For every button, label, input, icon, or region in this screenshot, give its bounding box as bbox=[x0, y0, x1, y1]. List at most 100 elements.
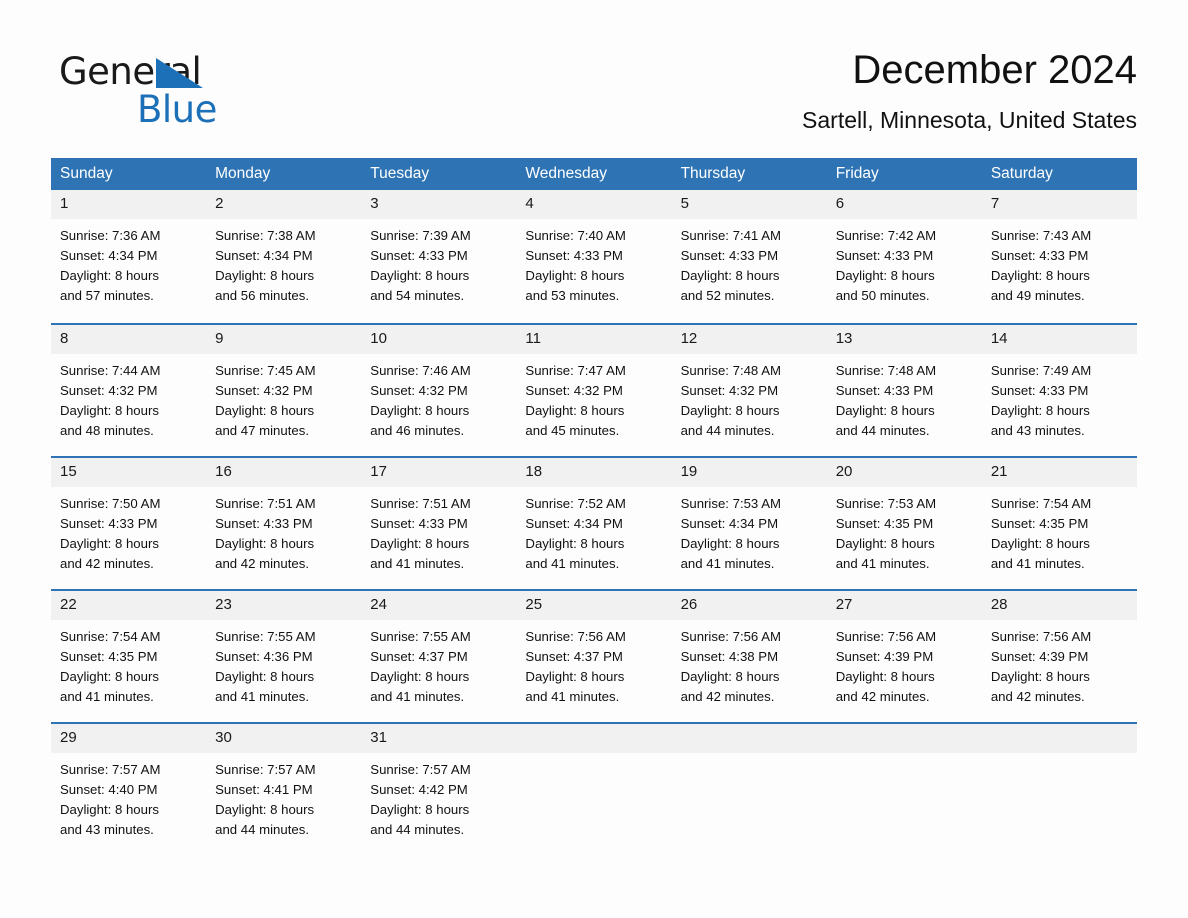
daylight-text-line2: and 47 minutes. bbox=[215, 423, 309, 438]
sunrise-text: Sunrise: 7:48 AM bbox=[680, 363, 781, 378]
calendar-day-cell[interactable]: 29 Sunrise: 7:57 AM Sunset: 4:40 PM Dayligh… bbox=[51, 722, 207, 855]
title-block: December 2024 Sartell, Minnesota, United… bbox=[802, 44, 1137, 134]
calendar-day-cell[interactable]: 8 Sunrise: 7:44 AM Sunset: 4:32 PM Daylight… bbox=[51, 323, 207, 456]
calendar-day-cell[interactable]: 28 Sunrise: 7:56 AM Sunset: 4:39 PM Dayligh… bbox=[981, 589, 1137, 722]
sunrise-text: Sunrise: 7:39 AM bbox=[370, 228, 471, 243]
day-details: Sunrise: 7:36 AM Sunset: 4:34 PM Daylight:… bbox=[51, 219, 206, 306]
day-number bbox=[826, 724, 982, 753]
daylight-text-line2: and 43 minutes. bbox=[60, 822, 154, 837]
sunrise-text: Sunrise: 7:47 AM bbox=[525, 363, 626, 378]
sunset-text: Sunset: 4:34 PM bbox=[680, 516, 779, 531]
calendar-day-cell[interactable]: 17 Sunrise: 7:51 AM Sunset: 4:33 PM Dayligh… bbox=[361, 456, 517, 589]
calendar-day-cell[interactable]: 24 Sunrise: 7:55 AM Sunset: 4:37 PM Dayligh… bbox=[361, 589, 517, 722]
daylight-text-line1: Daylight: 8 hours bbox=[215, 802, 315, 817]
calendar-day-cell[interactable]: 3 Sunrise: 7:39 AM Sunset: 4:33 PM Daylight… bbox=[361, 190, 517, 323]
day-number: 13 bbox=[826, 325, 982, 354]
sunrise-text: Sunrise: 7:46 AM bbox=[370, 363, 471, 378]
daylight-text-line2: and 42 minutes. bbox=[60, 556, 154, 571]
day-number: 26 bbox=[671, 591, 827, 620]
day-number: 3 bbox=[361, 190, 517, 219]
calendar-day-cell[interactable]: 23 Sunrise: 7:55 AM Sunset: 4:36 PM Dayligh… bbox=[206, 589, 362, 722]
calendar-day-cell[interactable]: 5 Sunrise: 7:41 AM Sunset: 4:33 PM Daylight… bbox=[671, 190, 827, 323]
day-number: 17 bbox=[361, 458, 517, 487]
day-number: 24 bbox=[361, 591, 517, 620]
daylight-text-line1: Daylight: 8 hours bbox=[525, 669, 625, 684]
daylight-text-line1: Daylight: 8 hours bbox=[370, 802, 470, 817]
weekday-header-sunday: Sunday bbox=[51, 158, 207, 190]
calendar-day-cell[interactable]: 6 Sunrise: 7:42 AM Sunset: 4:33 PM Daylight… bbox=[826, 190, 982, 323]
daylight-text-line2: and 57 minutes. bbox=[60, 288, 154, 303]
calendar-day-cell[interactable]: 30 Sunrise: 7:57 AM Sunset: 4:41 PM Dayligh… bbox=[206, 722, 362, 855]
day-details: Sunrise: 7:48 AM Sunset: 4:33 PM Daylight:… bbox=[827, 354, 982, 441]
daylight-text-line2: and 41 minutes. bbox=[60, 689, 154, 704]
calendar-day-cell[interactable]: 25 Sunrise: 7:56 AM Sunset: 4:37 PM Dayligh… bbox=[516, 589, 672, 722]
calendar-day-cell[interactable]: 21 Sunrise: 7:54 AM Sunset: 4:35 PM Dayligh… bbox=[981, 456, 1137, 589]
daylight-text-line1: Daylight: 8 hours bbox=[835, 669, 935, 684]
sunset-text: Sunset: 4:35 PM bbox=[60, 649, 158, 664]
sunset-text: Sunset: 4:39 PM bbox=[835, 649, 934, 664]
calendar-day-cell[interactable]: 12 Sunrise: 7:48 AM Sunset: 4:32 PM Dayligh… bbox=[671, 323, 827, 456]
daylight-text-line2: and 41 minutes. bbox=[525, 556, 620, 571]
calendar-day-cell[interactable]: 1 Sunrise: 7:36 AM Sunset: 4:34 PM Daylight… bbox=[51, 190, 207, 323]
calendar-day-cell[interactable]: 19 Sunrise: 7:53 AM Sunset: 4:34 PM Dayligh… bbox=[671, 456, 827, 589]
daylight-text-line2: and 41 minutes. bbox=[370, 689, 465, 704]
calendar-day-cell[interactable]: 9 Sunrise: 7:45 AM Sunset: 4:32 PM Daylight… bbox=[206, 323, 362, 456]
calendar-day-cell[interactable]: 10 Sunrise: 7:46 AM Sunset: 4:32 PM Dayligh… bbox=[361, 323, 517, 456]
calendar-day-cell[interactable]: 2 Sunrise: 7:38 AM Sunset: 4:34 PM Daylight… bbox=[206, 190, 362, 323]
sunset-text: Sunset: 4:33 PM bbox=[835, 383, 934, 398]
day-details: Sunrise: 7:48 AM Sunset: 4:32 PM Daylight:… bbox=[672, 354, 827, 441]
page-header: General Blue December 2024 Sartell, Minn… bbox=[51, 44, 1137, 144]
daylight-text-line1: Daylight: 8 hours bbox=[525, 536, 625, 551]
daylight-text-line1: Daylight: 8 hours bbox=[370, 403, 470, 418]
day-number bbox=[516, 724, 672, 753]
sunrise-text: Sunrise: 7:54 AM bbox=[990, 496, 1092, 511]
daylight-text-line2: and 41 minutes. bbox=[990, 556, 1085, 571]
day-number: 28 bbox=[981, 591, 1137, 620]
calendar-day-cell[interactable]: 11 Sunrise: 7:47 AM Sunset: 4:32 PM Dayligh… bbox=[516, 323, 672, 456]
calendar-day-cell[interactable]: 13 Sunrise: 7:48 AM Sunset: 4:33 PM Dayligh… bbox=[826, 323, 982, 456]
daylight-text-line1: Daylight: 8 hours bbox=[60, 802, 159, 817]
day-details: Sunrise: 7:43 AM Sunset: 4:33 PM Daylight:… bbox=[982, 219, 1137, 306]
daylight-text-line2: and 44 minutes. bbox=[370, 822, 465, 837]
calendar-day-cell[interactable]: 7 Sunrise: 7:43 AM Sunset: 4:33 PM Daylight… bbox=[981, 190, 1137, 323]
day-details: Sunrise: 7:55 AM Sunset: 4:36 PM Daylight:… bbox=[206, 620, 361, 707]
calendar-day-cell[interactable]: 27 Sunrise: 7:56 AM Sunset: 4:39 PM Dayligh… bbox=[826, 589, 982, 722]
sunrise-text: Sunrise: 7:54 AM bbox=[60, 629, 161, 644]
sunset-text: Sunset: 4:36 PM bbox=[215, 649, 313, 664]
calendar-day-cell[interactable]: 20 Sunrise: 7:53 AM Sunset: 4:35 PM Dayligh… bbox=[826, 456, 982, 589]
calendar-day-cell[interactable]: 16 Sunrise: 7:51 AM Sunset: 4:33 PM Dayligh… bbox=[206, 456, 362, 589]
day-number: 20 bbox=[826, 458, 982, 487]
daylight-text-line2: and 44 minutes. bbox=[835, 423, 930, 438]
day-number: 30 bbox=[206, 724, 362, 753]
sunset-text: Sunset: 4:33 PM bbox=[60, 516, 158, 531]
daylight-text-line2: and 46 minutes. bbox=[370, 423, 465, 438]
daylight-text-line1: Daylight: 8 hours bbox=[215, 403, 315, 418]
daylight-text-line1: Daylight: 8 hours bbox=[60, 268, 159, 283]
daylight-text-line1: Daylight: 8 hours bbox=[835, 403, 935, 418]
daylight-text-line2: and 41 minutes. bbox=[835, 556, 930, 571]
sunrise-text: Sunrise: 7:42 AM bbox=[835, 228, 937, 243]
calendar-day-cell[interactable]: 4 Sunrise: 7:40 AM Sunset: 4:33 PM Daylight… bbox=[516, 190, 672, 323]
day-details: Sunrise: 7:57 AM Sunset: 4:42 PM Daylight:… bbox=[361, 753, 516, 840]
calendar-day-cell[interactable]: 18 Sunrise: 7:52 AM Sunset: 4:34 PM Dayligh… bbox=[516, 456, 672, 589]
calendar-day-cell[interactable]: 22 Sunrise: 7:54 AM Sunset: 4:35 PM Dayligh… bbox=[51, 589, 207, 722]
daylight-text-line1: Daylight: 8 hours bbox=[990, 669, 1090, 684]
day-number: 11 bbox=[516, 325, 672, 354]
logo-triangle-icon bbox=[156, 58, 203, 88]
sunrise-text: Sunrise: 7:55 AM bbox=[215, 629, 316, 644]
calendar-day-cell[interactable]: 31 Sunrise: 7:57 AM Sunset: 4:42 PM Dayligh… bbox=[361, 722, 517, 855]
sunset-text: Sunset: 4:33 PM bbox=[370, 516, 468, 531]
daylight-text-line1: Daylight: 8 hours bbox=[990, 403, 1090, 418]
calendar-day-cell[interactable]: 15 Sunrise: 7:50 AM Sunset: 4:33 PM Dayligh… bbox=[51, 456, 207, 589]
day-details: Sunrise: 7:51 AM Sunset: 4:33 PM Daylight:… bbox=[206, 487, 361, 574]
sunset-text: Sunset: 4:33 PM bbox=[525, 248, 623, 263]
sunset-text: Sunset: 4:34 PM bbox=[215, 248, 313, 263]
day-number: 9 bbox=[206, 325, 362, 354]
calendar-day-cell[interactable]: 26 Sunrise: 7:56 AM Sunset: 4:38 PM Dayligh… bbox=[671, 589, 827, 722]
sunrise-text: Sunrise: 7:55 AM bbox=[370, 629, 471, 644]
daylight-text-line1: Daylight: 8 hours bbox=[680, 536, 780, 551]
sunrise-text: Sunrise: 7:51 AM bbox=[370, 496, 471, 511]
calendar-day-cell[interactable]: 14 Sunrise: 7:49 AM Sunset: 4:33 PM Dayligh… bbox=[981, 323, 1137, 456]
day-number: 31 bbox=[361, 724, 517, 753]
sunrise-text: Sunrise: 7:56 AM bbox=[680, 629, 781, 644]
